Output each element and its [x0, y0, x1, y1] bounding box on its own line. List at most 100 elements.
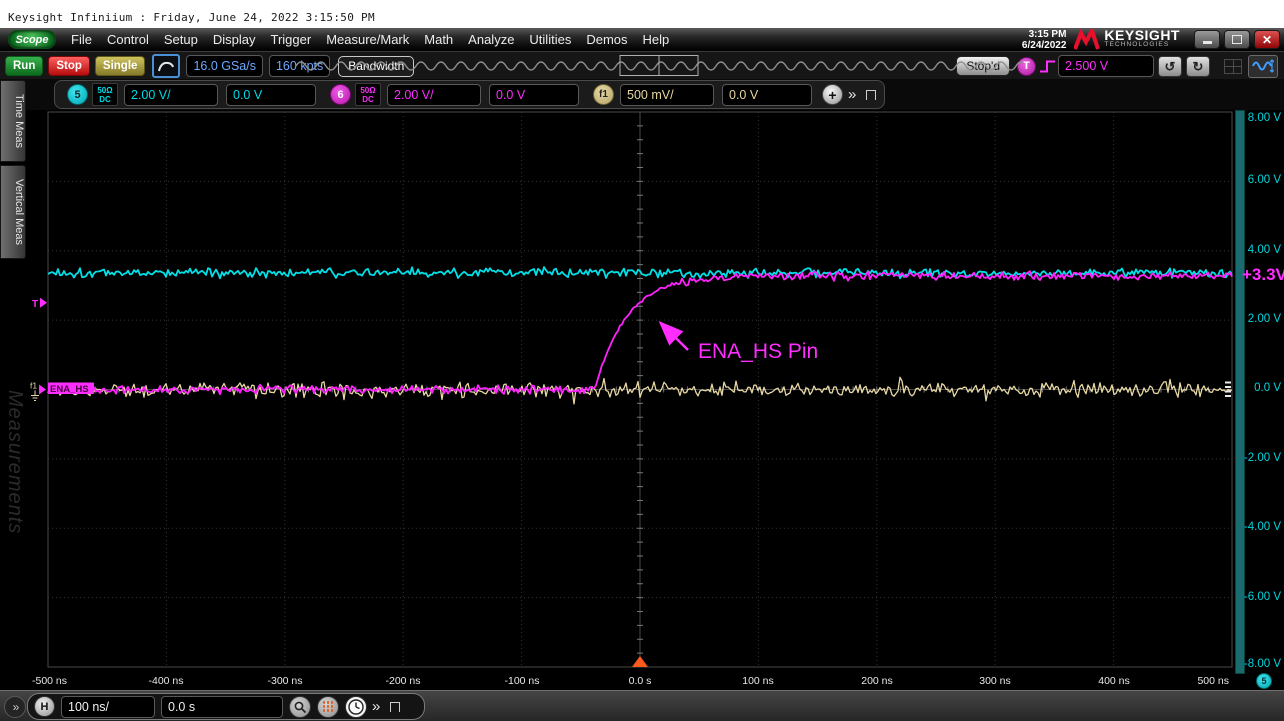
time-label: -300 ns: [267, 675, 302, 687]
graticule-icon[interactable]: [1224, 59, 1242, 74]
function-f1-badge[interactable]: f1: [593, 84, 614, 105]
menu-utilities[interactable]: Utilities: [529, 32, 571, 47]
annotation-text: ENA_HS Pin: [698, 340, 818, 363]
channel-5-badge[interactable]: 5: [67, 84, 88, 105]
close-button[interactable]: ✕: [1254, 30, 1280, 49]
waveform-display[interactable]: ENA_HSENA_HS PinTf1: [30, 110, 1233, 672]
acquisition-overview[interactable]: [294, 53, 1024, 78]
touch-pointer-button[interactable]: [152, 54, 180, 78]
measurements-ghost-label: Measurements: [3, 390, 26, 534]
menu-file[interactable]: File: [71, 32, 92, 47]
f1-right-zero-marker: [1225, 395, 1231, 397]
menu-analyze[interactable]: Analyze: [468, 32, 514, 47]
more-horizontal-chevron[interactable]: »: [372, 698, 378, 715]
time-label: 100 ns: [742, 675, 774, 687]
channel-6-offset-field[interactable]: 0.0 V: [489, 84, 579, 106]
autoscale-button[interactable]: [1248, 55, 1278, 78]
voltage-label: -2.00 V: [1244, 452, 1281, 464]
menu-demos[interactable]: Demos: [586, 32, 627, 47]
window-title-band: Keysight Infiniium : Friday, June 24, 20…: [0, 0, 1284, 28]
timebase-scale-field[interactable]: 100 ns/: [61, 696, 155, 718]
menu-control[interactable]: Control: [107, 32, 149, 47]
add-waveform-button[interactable]: +: [822, 84, 843, 105]
horizontal-scale-badge[interactable]: H: [34, 696, 55, 717]
vertical-scrollbar[interactable]: [1235, 110, 1245, 674]
trigger-level-marker-label: T: [32, 299, 38, 310]
level-callout-3v3: +3.3V: [1242, 265, 1284, 285]
annotation-arrow: [661, 324, 688, 350]
menu-measure-mark[interactable]: Measure/Mark: [326, 32, 409, 47]
ch6-ground-marker[interactable]: [39, 385, 46, 395]
brand-name: KEYSIGHT: [1104, 30, 1180, 40]
trigger-level-field[interactable]: 2.500 V: [1058, 55, 1154, 77]
voltage-label: -4.00 V: [1244, 521, 1281, 533]
voltage-label: -6.00 V: [1244, 591, 1281, 603]
channel-6-scale-field[interactable]: 2.00 V/: [387, 84, 481, 106]
undock-icon[interactable]: [866, 90, 876, 100]
timebase-position-field[interactable]: 0.0 s: [161, 696, 283, 718]
minimize-button[interactable]: [1194, 30, 1220, 49]
channel-panel: 5 50Ω DC 2.00 V/ 0.0 V 6 50Ω DC 2.00 V/ …: [54, 80, 885, 109]
time-axis: -500 ns -400 ns -300 ns -200 ns -100 ns …: [30, 672, 1233, 690]
zoom-button[interactable]: [289, 696, 311, 718]
tab-time-meas[interactable]: Time Meas: [0, 80, 26, 162]
close-icon: ✕: [1262, 34, 1272, 46]
expand-chevron-button[interactable]: »: [4, 696, 26, 718]
channel-6-badge[interactable]: 6: [330, 84, 351, 105]
f1-offset-field[interactable]: 0.0 V: [722, 84, 812, 106]
menu-trigger[interactable]: Trigger: [270, 32, 311, 47]
marker-dots-button[interactable]: [317, 696, 339, 718]
menu-math[interactable]: Math: [424, 32, 453, 47]
zoom-icon: [293, 700, 307, 714]
brand-subname: TECHNOLOGIES: [1104, 40, 1180, 50]
sample-rate-field[interactable]: 16.0 GSa/s: [186, 55, 263, 77]
channel-5-scale-field[interactable]: 2.00 V/: [124, 84, 218, 106]
undo-button[interactable]: ↺: [1158, 56, 1182, 77]
keysight-logo: KEYSIGHT TECHNOLOGIES: [1074, 29, 1180, 51]
channel-5-axis-badge[interactable]: 5: [1256, 673, 1272, 689]
window-title: Keysight Infiniium : Friday, June 24, 20…: [8, 11, 375, 24]
single-button[interactable]: Single: [95, 56, 146, 76]
more-channels-chevron[interactable]: »: [848, 86, 854, 103]
time-label: -400 ns: [148, 675, 183, 687]
overview-waveform: [296, 62, 1024, 70]
f1-scale-field[interactable]: 500 mV/: [620, 84, 714, 106]
clock-time: 3:15 PM: [1022, 29, 1067, 40]
minimize-icon: [1203, 41, 1212, 44]
menu-display[interactable]: Display: [213, 32, 256, 47]
time-label: 0.0 s: [629, 675, 652, 687]
restore-button[interactable]: [1224, 30, 1250, 49]
redo-icon: ↻: [1193, 60, 1204, 73]
left-sidebar: Time Meas Vertical Meas Measurements: [0, 80, 30, 672]
touch-pointer-icon: [157, 59, 175, 73]
oscilloscope-app: Keysight Infiniium : Friday, June 24, 20…: [0, 0, 1284, 721]
right-axis: 8.00 V 6.00 V 4.00 V 2.00 V 0.0 V -2.00 …: [1233, 110, 1284, 672]
f1-right-zero-marker: [1225, 386, 1231, 388]
clock: 3:15 PM 6/24/2022: [1022, 29, 1067, 51]
keysight-spark-icon: [1074, 29, 1100, 51]
autoscale-waveform-icon: [1252, 58, 1274, 74]
menu-setup[interactable]: Setup: [164, 32, 198, 47]
time-label: -100 ns: [504, 675, 539, 687]
voltage-label: 4.00 V: [1248, 244, 1281, 256]
stop-button[interactable]: Stop: [48, 56, 90, 76]
voltage-label: -8.00 V: [1244, 658, 1281, 670]
scope-menu-button[interactable]: Scope: [8, 30, 56, 49]
undock-icon[interactable]: [390, 702, 400, 712]
channel-5-coupling[interactable]: 50Ω DC: [92, 83, 118, 106]
menu-help[interactable]: Help: [643, 32, 670, 47]
rising-edge-icon: [1039, 58, 1056, 75]
horizontal-panel: H 100 ns/ 0.0 s »: [27, 693, 425, 720]
realtime-clock-button[interactable]: [345, 696, 367, 718]
trigger-level-marker[interactable]: [40, 298, 47, 308]
channel-6-coupling[interactable]: 50Ω DC: [355, 83, 381, 106]
redo-button[interactable]: ↻: [1186, 56, 1210, 77]
tab-vertical-meas[interactable]: Vertical Meas: [0, 165, 26, 259]
time-label: 500 ns: [1197, 675, 1229, 687]
channel-5-offset-field[interactable]: 0.0 V: [226, 84, 316, 106]
trigger-time-marker[interactable]: [632, 656, 648, 667]
voltage-label: 2.00 V: [1248, 313, 1281, 325]
f1-right-zero-marker: [1225, 382, 1231, 384]
clock-date: 6/24/2022: [1022, 40, 1067, 51]
run-button[interactable]: Run: [5, 56, 43, 76]
